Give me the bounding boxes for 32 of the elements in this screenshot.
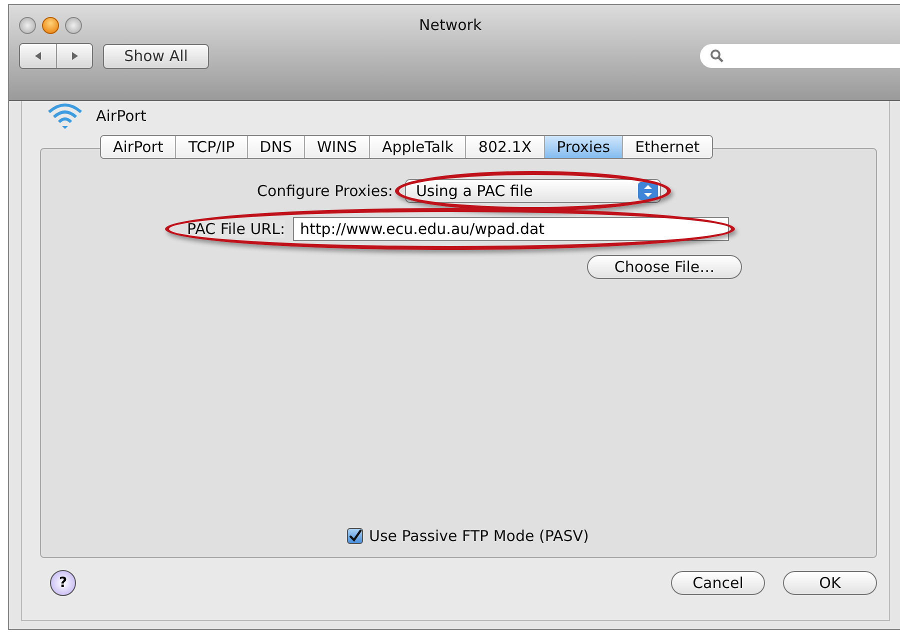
tab[interactable]: Proxies <box>544 136 624 158</box>
window-title: Network <box>419 16 482 34</box>
choose-file-button[interactable]: Choose File… <box>587 255 742 279</box>
search-field[interactable] <box>700 44 900 68</box>
tab[interactable]: Ethernet <box>623 136 712 158</box>
dialog-button[interactable]: OK <box>783 571 877 595</box>
tab[interactable]: TCP/IP <box>176 136 248 158</box>
forward-button[interactable] <box>56 44 92 68</box>
search-icon <box>710 49 724 63</box>
configure-proxies-label: Configure Proxies: <box>257 182 393 200</box>
url-input-field[interactable]: http://www.ecu.edu.au/wpad.dat <box>293 217 730 241</box>
tab[interactable]: WINS <box>304 136 370 158</box>
checkbox-label: Use Passive FTP Mode (PASV) <box>369 527 589 545</box>
minimize-button[interactable] <box>42 16 59 34</box>
checkbox[interactable] <box>347 528 363 544</box>
right-triangle-icon <box>70 51 80 61</box>
dialog-button[interactable]: Cancel <box>671 571 765 595</box>
show-all-button[interactable]: Show All <box>103 44 209 68</box>
tab[interactable]: AirPort <box>101 136 176 158</box>
wifi-icon <box>46 102 84 130</box>
proxy-dropdown[interactable]: Using a PAC file <box>404 179 661 203</box>
pac-url-label: PAC File URL: <box>187 220 286 238</box>
back-button[interactable] <box>20 44 56 68</box>
help-button[interactable]: ? <box>50 570 76 596</box>
updown-arrows-icon <box>638 182 658 200</box>
tab[interactable]: AppleTalk <box>370 136 466 158</box>
service-name: AirPort <box>96 107 146 125</box>
close-button[interactable] <box>19 16 36 34</box>
tab[interactable]: DNS <box>248 136 305 158</box>
left-triangle-icon <box>33 51 43 61</box>
tab[interactable]: 802.1X <box>466 136 545 158</box>
zoom-button[interactable] <box>65 16 82 34</box>
